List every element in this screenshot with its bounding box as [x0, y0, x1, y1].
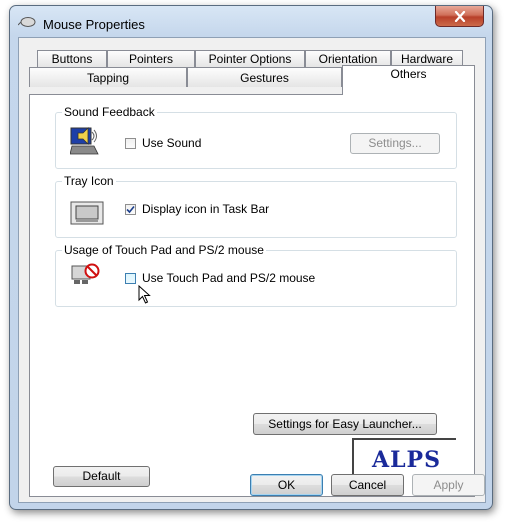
- touchpad-disabled-icon: [71, 263, 100, 284]
- cancel-button[interactable]: Cancel: [331, 474, 404, 496]
- speaker-laptop-icon: [70, 127, 99, 155]
- use-sound-checkbox[interactable]: [125, 138, 136, 149]
- tab-gestures[interactable]: Gestures: [187, 67, 342, 87]
- tab-pointer-options[interactable]: Pointer Options: [195, 50, 305, 67]
- display-icon-checkbox[interactable]: [125, 204, 136, 215]
- title-bar[interactable]: Mouse Properties: [10, 6, 492, 36]
- use-touchpad-ps2-checkbox[interactable]: [125, 273, 136, 284]
- others-tab-panel: Sound Feedback Use Sound Settings... Tra…: [29, 94, 475, 497]
- dialog-client-area: Buttons Pointers Pointer Options Orienta…: [18, 37, 486, 503]
- display-icon-label: Display icon in Task Bar: [142, 202, 270, 216]
- easy-launcher-settings-button[interactable]: Settings for Easy Launcher...: [253, 413, 437, 435]
- sound-settings-button[interactable]: Settings...: [350, 133, 440, 154]
- sound-feedback-title: Sound Feedback: [62, 105, 157, 119]
- mouse-cursor-icon: [138, 285, 151, 304]
- apply-button[interactable]: Apply: [412, 474, 485, 496]
- tab-pointers[interactable]: Pointers: [107, 50, 195, 67]
- mouse-app-icon: [18, 17, 36, 27]
- use-touchpad-ps2-label: Use Touch Pad and PS/2 mouse: [142, 271, 316, 285]
- close-icon: [454, 10, 465, 22]
- tab-others[interactable]: Others: [342, 65, 475, 95]
- tray-icon-group: Tray Icon Display icon in Task Bar: [55, 174, 457, 238]
- ok-button[interactable]: OK: [250, 474, 323, 496]
- close-button[interactable]: [435, 6, 484, 27]
- checkmark-icon: [126, 205, 135, 214]
- sound-feedback-group: Sound Feedback Use Sound Settings...: [55, 105, 457, 169]
- tab-tapping[interactable]: Tapping: [29, 67, 187, 87]
- usage-title: Usage of Touch Pad and PS/2 mouse: [62, 243, 266, 257]
- default-button[interactable]: Default: [53, 466, 150, 487]
- use-sound-label: Use Sound: [142, 136, 202, 150]
- alps-logo-text: ALPS: [372, 447, 441, 473]
- mouse-properties-window: Mouse Properties Buttons Pointers Pointe…: [9, 5, 493, 510]
- usage-group: Usage of Touch Pad and PS/2 mouse Use To…: [55, 243, 457, 307]
- window-title: Mouse Properties: [43, 17, 145, 32]
- touchpad-icon: [70, 201, 104, 225]
- tab-buttons[interactable]: Buttons: [37, 50, 107, 67]
- tray-icon-title: Tray Icon: [62, 174, 116, 188]
